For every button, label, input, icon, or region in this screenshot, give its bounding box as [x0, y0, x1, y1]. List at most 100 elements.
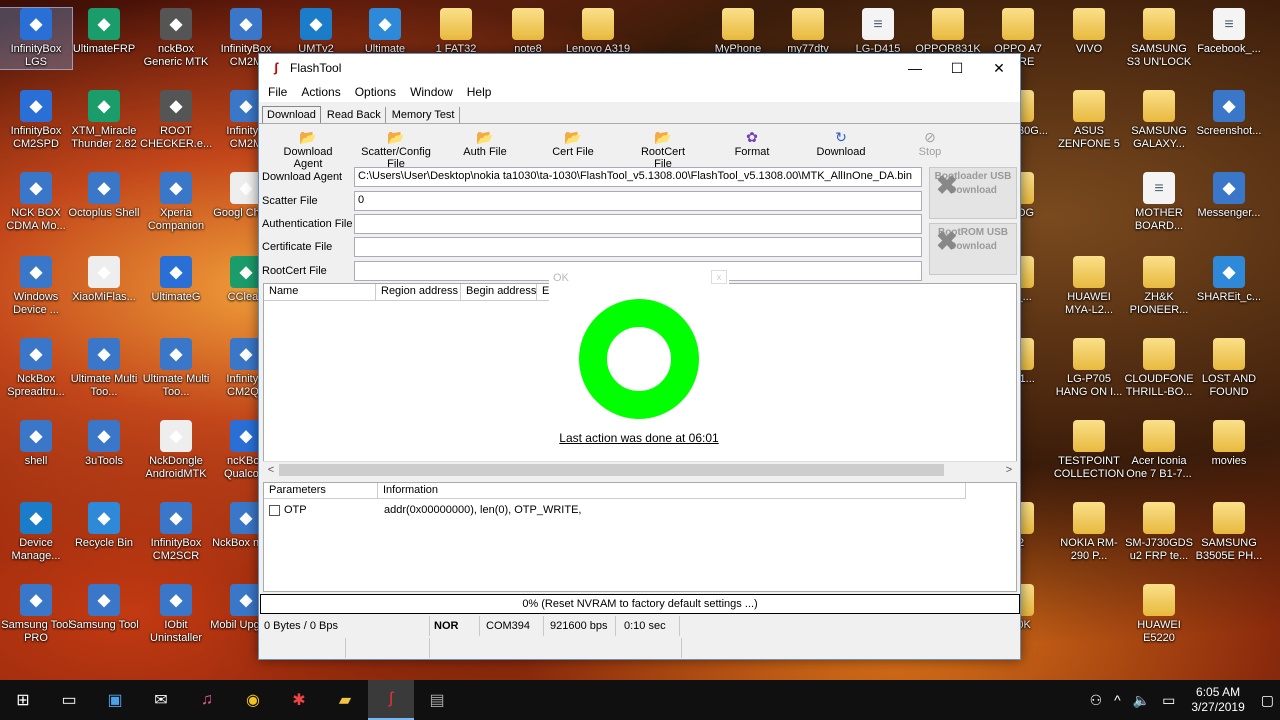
- desktop-icon[interactable]: MyPhone: [702, 8, 774, 56]
- bootloader-usb-download-button[interactable]: ✖ Bootloader USB Download: [929, 167, 1017, 219]
- stop-button[interactable]: ⊘ Stop: [915, 128, 945, 158]
- desktop-icon[interactable]: ◆ Ultimate Multi Too...: [68, 338, 140, 399]
- desktop-icon[interactable]: ◆ 3uTools: [68, 420, 140, 468]
- desktop-icon[interactable]: ◆ Windows Device ...: [0, 256, 72, 317]
- desktop-icon[interactable]: ZH&K PIONEER...: [1123, 256, 1195, 317]
- bootrom-usb-download-button[interactable]: ✖ BootROM USB Download: [929, 223, 1017, 275]
- desktop-icon[interactable]: ◆ Ultimate: [349, 8, 421, 56]
- desktop-icon[interactable]: ≡ MOTHER BOARD...: [1123, 172, 1195, 233]
- close-button[interactable]: ✕: [977, 54, 1021, 82]
- auth-file-button[interactable]: 📂 Auth File: [455, 128, 515, 158]
- task-view-button[interactable]: ▭: [46, 680, 92, 720]
- desktop-icon[interactable]: ◆ InfinityBox CM2SPD: [0, 90, 72, 151]
- desktop-icon[interactable]: ◆ nckBox Generic MTK: [140, 8, 212, 69]
- desktop-icon[interactable]: SAMSUNG GALAXY...: [1123, 90, 1195, 151]
- desktop-icon[interactable]: ◆ UltimateFRP: [68, 8, 140, 56]
- col-region-address[interactable]: Region address: [376, 284, 461, 301]
- desktop-icon[interactable]: ◆ Device Manage...: [0, 502, 72, 563]
- desktop-icon[interactable]: ◆ NckDongle AndroidMTK: [140, 420, 212, 481]
- scatter-config-button[interactable]: 📂 Scatter/Config File: [353, 128, 439, 170]
- desktop-icon[interactable]: SAMSUNG S3 UN'LOCK: [1123, 8, 1195, 69]
- desktop-icon[interactable]: ◆ UMTv2: [280, 8, 352, 56]
- desktop-icon[interactable]: ◆ SHAREit_c...: [1193, 256, 1265, 304]
- taskbar-app-device[interactable]: ▤: [414, 680, 460, 720]
- scroll-left-icon[interactable]: <: [263, 462, 279, 479]
- desktop-icon[interactable]: ◆ XTM_Miracle Thunder 2.82: [68, 90, 140, 151]
- desktop-icon[interactable]: ◆ Ultimate Multi Too...: [140, 338, 212, 399]
- desktop-icon[interactable]: Acer Iconia One 7 B1-7...: [1123, 420, 1195, 481]
- volume-icon[interactable]: 🔈: [1127, 692, 1156, 709]
- scroll-right-icon[interactable]: >: [1001, 462, 1017, 479]
- desktop-icon[interactable]: movies: [1193, 420, 1265, 468]
- scatter-file-field[interactable]: 0: [354, 191, 922, 211]
- download-agent-button[interactable]: 📂 Download Agent: [269, 128, 347, 170]
- menu-help[interactable]: Help: [460, 85, 499, 99]
- taskbar-flashtool[interactable]: ʃ: [368, 680, 414, 720]
- download-button[interactable]: ↻ Download: [815, 128, 867, 158]
- taskbar-app-paint[interactable]: ✱: [276, 680, 322, 720]
- desktop-icon[interactable]: VIVO: [1053, 8, 1125, 56]
- taskbar-itunes[interactable]: ♫: [184, 680, 230, 720]
- desktop-icon[interactable]: ◆ UltimateG: [140, 256, 212, 304]
- desktop-icon[interactable]: ◆ Samsung Tool PRO: [0, 584, 72, 645]
- col-begin-address[interactable]: Begin address: [461, 284, 537, 301]
- minimize-button[interactable]: —: [893, 54, 937, 82]
- desktop-icon[interactable]: HUAWEI MYA-L2...: [1053, 256, 1125, 317]
- desktop-icon[interactable]: ◆ IObit Uninstaller: [140, 584, 212, 645]
- desktop-icon[interactable]: ◆ Screenshot...: [1193, 90, 1265, 138]
- notifications-icon[interactable]: ▢: [1255, 692, 1280, 709]
- desktop-icon[interactable]: ◆ NckBox Spreadtru...: [0, 338, 72, 399]
- col-name[interactable]: Name: [264, 284, 376, 301]
- menu-actions[interactable]: Actions: [294, 85, 347, 99]
- menu-window[interactable]: Window: [403, 85, 460, 99]
- network-icon[interactable]: ▭: [1156, 692, 1181, 709]
- desktop-icon[interactable]: LG-P705 HANG ON I...: [1053, 338, 1125, 399]
- desktop-icon[interactable]: HUAWEI E5220: [1123, 584, 1195, 645]
- desktop-icon[interactable]: TESTPOINT COLLECTION: [1053, 420, 1125, 481]
- tab-download[interactable]: Download: [262, 106, 321, 123]
- download-agent-field[interactable]: C:\Users\User\Desktop\nokia ta1030\ta-10…: [354, 167, 922, 187]
- desktop-icon[interactable]: SM-J730GDS u2 FRP te...: [1123, 502, 1195, 563]
- desktop-icon[interactable]: ◆ InfinityBox LGS: [0, 7, 73, 70]
- taskbar-mail[interactable]: ✉: [138, 680, 184, 720]
- desktop-icon[interactable]: ◆ XiaoMiFlas...: [68, 256, 140, 304]
- popup-close-button[interactable]: x: [711, 270, 727, 284]
- desktop-icon[interactable]: ◆ Octoplus Shell: [68, 172, 140, 220]
- scroll-thumb[interactable]: [279, 464, 944, 476]
- clock[interactable]: 6:05 AM 3/27/2019: [1181, 685, 1254, 715]
- desktop-icon[interactable]: ◆ Recycle Bin: [68, 502, 140, 550]
- desktop-icon[interactable]: ≡ LG-D415: [842, 8, 914, 56]
- chevron-up-icon[interactable]: ^: [1108, 692, 1127, 708]
- desktop-icon[interactable]: ASUS ZENFONE 5: [1053, 90, 1125, 151]
- taskbar-file-explorer[interactable]: ▰: [322, 680, 368, 720]
- desktop-icon[interactable]: ◆ shell: [0, 420, 72, 468]
- desktop-icon[interactable]: note8: [492, 8, 564, 56]
- taskbar-app-1[interactable]: ▣: [92, 680, 138, 720]
- desktop-icon[interactable]: ◆ Messenger...: [1193, 172, 1265, 220]
- format-button[interactable]: ✿ Format: [729, 128, 775, 158]
- desktop-icon[interactable]: ◆ InfinityBox CM2SCR: [140, 502, 212, 563]
- auth-file-field[interactable]: [354, 214, 922, 234]
- desktop-icon[interactable]: ◆ Xperia Companion: [140, 172, 212, 233]
- desktop-icon[interactable]: my77dtv: [772, 8, 844, 56]
- people-icon[interactable]: ⚇: [1084, 692, 1109, 709]
- menu-options[interactable]: Options: [348, 85, 403, 99]
- desktop-icon[interactable]: 1 FAT32: [420, 8, 492, 56]
- rootcert-file-button[interactable]: 📂 RootCert File: [631, 128, 695, 170]
- tab-memory-test[interactable]: Memory Test: [388, 107, 460, 123]
- start-button[interactable]: ⊞: [0, 680, 46, 720]
- maximize-button[interactable]: ☐: [935, 54, 979, 82]
- desktop-icon[interactable]: NOKIA RM-290 P...: [1053, 502, 1125, 563]
- cert-file-field[interactable]: [354, 237, 922, 257]
- desktop-icon[interactable]: LOST AND FOUND: [1193, 338, 1265, 399]
- title-bar[interactable]: ʃ FlashTool — ☐ ✕: [259, 54, 1020, 82]
- desktop-icon[interactable]: CLOUDFONE THRILL-BO...: [1123, 338, 1195, 399]
- desktop-icon[interactable]: ◆ NCK BOX CDMA Mo...: [0, 172, 72, 233]
- desktop-icon[interactable]: Lenovo A319: [562, 8, 634, 56]
- taskbar-chrome[interactable]: ◉: [230, 680, 276, 720]
- desktop-icon[interactable]: SAMSUNG B3505E PH...: [1193, 502, 1265, 563]
- tab-read-back[interactable]: Read Back: [323, 107, 386, 123]
- desktop-icon[interactable]: ≡ Facebook_...: [1193, 8, 1265, 56]
- otp-checkbox[interactable]: [269, 504, 280, 516]
- horizontal-scrollbar[interactable]: < >: [263, 461, 1017, 478]
